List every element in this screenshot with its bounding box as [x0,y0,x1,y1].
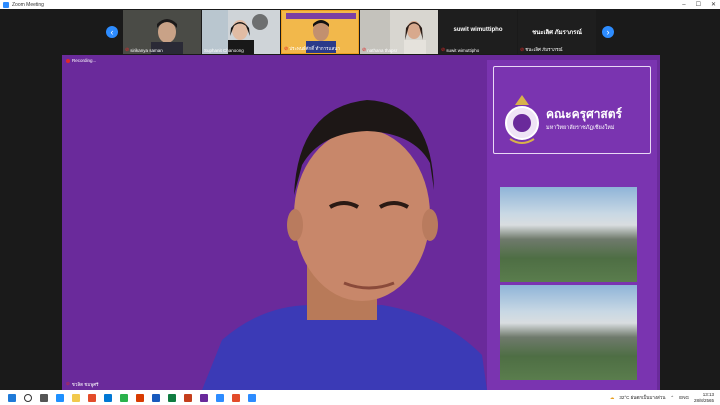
chrome-icon-2[interactable] [232,393,240,402]
minimize-icon[interactable]: – [682,2,685,8]
store-icon[interactable] [104,393,112,402]
clock[interactable]: 13:13 28/8/2565 [694,392,714,403]
mic-muted-icon: ⊘ [66,381,70,386]
search-icon[interactable] [24,393,32,402]
participant-display-name: ชนะเลิศ ภัมราภรณ์ [532,30,582,36]
speaker-name: ชวลิต ชมพูศรี [71,382,99,387]
system-tray: ☁ 32°C ฝนตกเป็นบางส่วน ⌃ ENG 13:13 28/8/… [610,390,714,405]
speaker-video [202,100,487,390]
mic-muted-icon: ⊘ [125,47,130,53]
edge-browser-icon[interactable] [56,393,64,402]
close-icon[interactable]: ✕ [711,1,716,8]
zoom-taskbar-icon-2[interactable] [248,393,256,402]
active-speaker-view: Recording... คณะครุศาสตร์ มหาวิทยาลัยราช… [62,55,660,390]
banner-title: คณะครุศาสตร์ [546,107,622,121]
participant-name: ชนะเลิศ ภัมราภรณ์ [525,47,563,52]
campus-photo [500,187,637,282]
chrome-icon[interactable] [88,393,96,402]
participant-display-name: suwit wimuttipho [453,27,503,33]
speaker-name-label: ⊘ ชวลิต ชมพูศรี [66,381,99,388]
participant-tile[interactable]: ⊘ sirikanya saman [123,10,201,54]
prev-page-button[interactable]: ‹ [106,26,118,38]
window-title: Zoom Meeting [12,1,44,8]
mic-muted-icon: ⊘ [520,46,525,53]
participant-strip: ‹ ⊘ sirikanya saman Suphanit Chanoong ⊘ … [0,9,720,55]
zoom-taskbar-icon[interactable] [216,393,224,402]
zoom-icon [3,1,9,8]
language-indicator[interactable]: ENG [679,395,689,400]
banner-subtitle: มหาวิทยาลัยราชภัฏเชียงใหม่ [546,125,615,131]
participant-name: suwit wimuttipho [446,47,480,53]
powerpoint-icon[interactable] [136,393,144,402]
participant-name: sirikanya saman [130,47,163,53]
window-controls: – ☐ ✕ [682,0,716,9]
mic-muted-icon: ⊘ [284,45,289,52]
tray-chevron-icon[interactable]: ⌃ [670,395,674,401]
clock-date: 28/8/2565 [693,397,714,403]
faculty-banner: คณะครุศาสตร์ มหาวิทยาลัยราชภัฏเชียงใหม่ [493,66,651,154]
task-view-icon[interactable] [40,393,48,402]
weather-icon[interactable]: ☁ [610,395,615,401]
background-panel: คณะครุศาสตร์ มหาวิทยาลัยราชภัฏเชียงใหม่ [487,60,657,390]
windows-taskbar: ☁ 32°C ฝนตกเป็นบางส่วน ⌃ ENG 13:13 28/8/… [0,390,720,405]
participant-tile[interactable]: ชนะเลิศ ภัมราภรณ์ ⊘ ชนะเลิศ ภัมราภรณ์ [518,10,596,54]
word-icon[interactable] [152,393,160,402]
next-page-button[interactable]: › [602,26,614,38]
university-emblem [505,95,539,144]
premiere-icon[interactable] [200,393,208,402]
file-explorer-icon[interactable] [72,393,80,402]
participant-tile[interactable]: suwit wimuttipho ⊘ suwit wimuttipho [439,10,517,54]
excel-icon[interactable] [168,393,176,402]
participant-tile-active[interactable]: ⊘ ประพนธ์ศักดิ์ ทำการแสนา [281,10,359,54]
mic-muted-icon: ⊘ [441,47,446,53]
line-icon[interactable] [120,393,128,402]
windows-start-icon[interactable] [8,393,16,402]
participant-name: nathana thapsr [367,47,398,53]
participant-tile[interactable]: ⊘ nathana thapsr [360,10,438,54]
weather-text[interactable]: 32°C ฝนตกเป็นบางส่วน [619,394,665,401]
participant-tile[interactable]: Suphanit Chanoong [202,10,280,54]
maximize-icon[interactable]: ☐ [696,1,701,8]
window-titlebar: Zoom Meeting – ☐ ✕ [0,0,720,9]
participant-name: Suphanit Chanoong [204,48,244,53]
campus-photo [500,285,637,380]
mic-muted-icon: ⊘ [362,47,367,53]
pdf-reader-icon[interactable] [184,393,192,402]
participant-name: ประพนธ์ศักดิ์ ทำการแสนา [289,46,340,51]
